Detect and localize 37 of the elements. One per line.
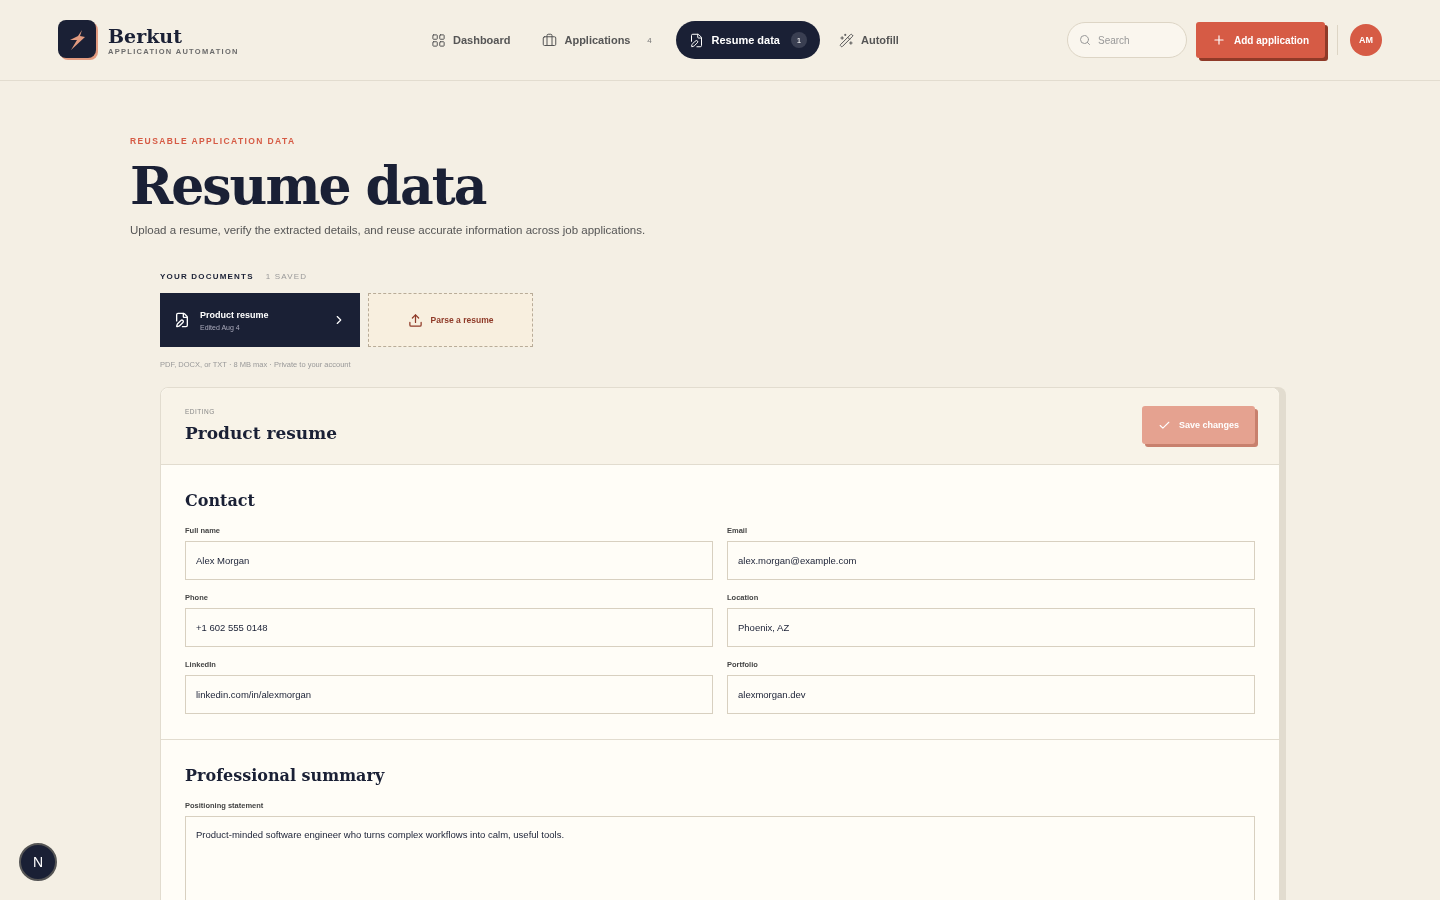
nav-tab[interactable]: Dashboard — [418, 21, 524, 59]
page-title: Resume data — [130, 156, 487, 216]
briefcase-icon — [542, 32, 558, 48]
page-eyebrow: REUSABLE APPLICATION DATA — [130, 136, 297, 146]
input-field[interactable]: Alex Morgan — [185, 541, 713, 580]
nav-tab[interactable]: Applications 4 — [529, 21, 671, 59]
search-icon — [1079, 34, 1091, 46]
plus-icon — [1212, 33, 1226, 47]
document-pen-icon — [174, 312, 190, 328]
parse-resume-button[interactable]: Parse a resume — [368, 293, 533, 347]
dev-indicator-button[interactable]: N — [19, 843, 57, 881]
add-application-button[interactable]: Add application — [1196, 22, 1325, 58]
text-area[interactable]: Product-minded software engineer who turns complex workflows into calm, useful tools. — [185, 816, 1255, 900]
section-title: Professional summary — [185, 766, 386, 785]
grid-icon — [431, 32, 446, 48]
page-subtitle: Upload a resume, verify the extracted details, and reuse accurate information across job applications. — [130, 224, 647, 236]
input-field[interactable]: +1 602 555 0148 — [185, 608, 713, 647]
section-title: Contact — [185, 491, 256, 510]
search-field[interactable]: Search — [1067, 22, 1187, 58]
editor-title: Product resume — [185, 422, 337, 443]
saved-count: 1 SAVED — [265, 272, 308, 281]
logo-icon — [58, 20, 98, 60]
input-field[interactable]: alexmorgan.dev — [727, 675, 1255, 714]
user-avatar[interactable]: AM — [1350, 24, 1382, 56]
upload-icon — [407, 312, 423, 328]
wand-icon — [838, 32, 854, 48]
brand-name: Berkut — [108, 24, 183, 47]
document-pen-icon — [689, 32, 705, 48]
document-name: Product resume — [200, 309, 270, 320]
input-field[interactable]: Phoenix, AZ — [727, 608, 1255, 647]
nav-count: 1 — [790, 32, 807, 48]
section-heading: YOUR DOCUMENTS — [160, 272, 254, 281]
nav-tab[interactable]: Resume data 1 — [676, 21, 820, 59]
input-field[interactable]: linkedin.com/in/alexmorgan — [185, 675, 713, 714]
input-field[interactable]: alex.morgan@example.com — [727, 541, 1255, 580]
nav-count: 4 — [646, 34, 653, 47]
nav-tab[interactable]: Autofill — [825, 21, 912, 59]
